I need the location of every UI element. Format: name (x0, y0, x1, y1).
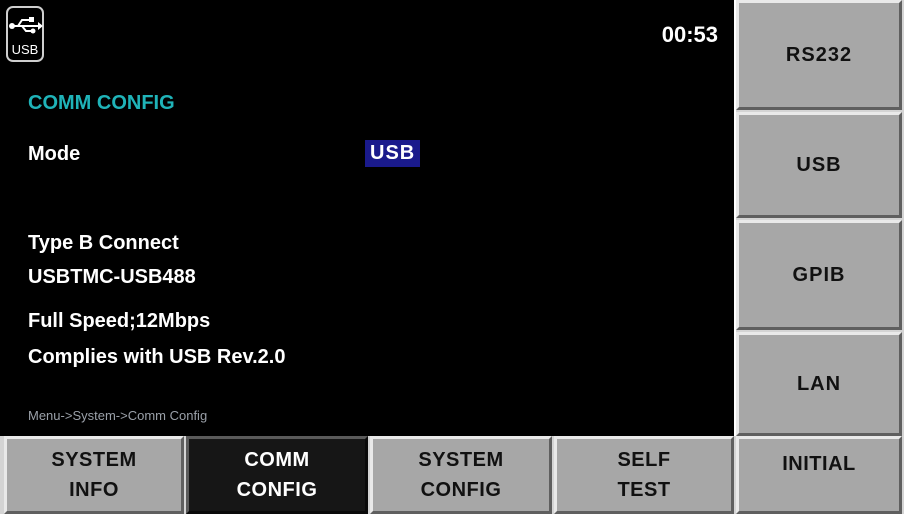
system-info-line1: SYSTEM (51, 449, 137, 471)
gpib-button-label: GPIB (792, 263, 846, 286)
comm-config-line1: COMM (244, 449, 310, 471)
system-config-button[interactable]: SYSTEM CONFIG (370, 436, 552, 514)
usb-button[interactable]: USB (736, 112, 902, 218)
rs232-button[interactable]: RS232 (736, 0, 902, 110)
comm-config-line2: CONFIG (236, 479, 318, 501)
self-test-button[interactable]: SELF TEST (554, 436, 734, 514)
system-config-line2: CONFIG (420, 479, 502, 501)
gpib-button[interactable]: GPIB (736, 220, 902, 330)
system-config-line1: SYSTEM (418, 449, 504, 471)
bottom-softkeys: SYSTEM INFO COMM CONFIG SYSTEM CONFIG SE… (0, 436, 904, 514)
info-line-connect: Type B Connect (28, 232, 179, 254)
display-screen: USB 00:53 COMM CONFIG Mode USB Type B Co… (0, 0, 734, 436)
comm-config-button[interactable]: COMM CONFIG (186, 436, 368, 514)
self-test-line2: TEST (617, 479, 671, 501)
self-test-line1: SELF (617, 449, 671, 471)
initial-line1: INITIAL (782, 453, 856, 475)
system-info-line2: INFO (69, 479, 119, 501)
usb-icon: USB (6, 6, 44, 62)
clock: 00:53 (661, 22, 718, 47)
system-info-button[interactable]: SYSTEM INFO (4, 436, 184, 514)
lan-button-label: LAN (796, 372, 842, 395)
usb-button-label: USB (796, 153, 842, 176)
page-title: COMM CONFIG (28, 92, 175, 114)
rs232-button-label: RS232 (785, 43, 853, 66)
info-line-speed: Full Speed;12Mbps (28, 310, 211, 332)
status-bar: USB 00:53 (0, 0, 734, 68)
lan-button[interactable]: LAN (736, 332, 902, 436)
mode-value[interactable]: USB (365, 140, 421, 167)
initial-button[interactable]: INITIAL (736, 436, 902, 514)
info-line-class: USBTMC-USB488 (28, 266, 196, 288)
mode-label: Mode (28, 143, 81, 165)
side-softkeys: RS232 USB GPIB LAN (736, 0, 904, 436)
svg-text:USB: USB (12, 42, 39, 57)
breadcrumb: Menu->System->Comm Config (28, 408, 208, 423)
info-line-compliance: Complies with USB Rev.2.0 (28, 346, 286, 368)
